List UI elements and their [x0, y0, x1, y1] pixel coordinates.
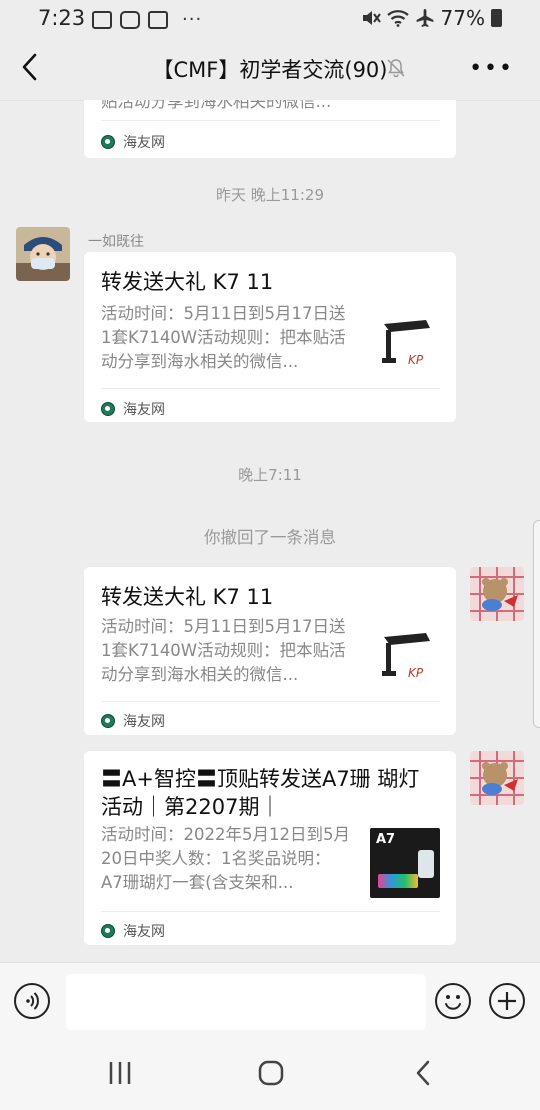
- message-input-bar: [0, 962, 540, 1039]
- timestamp: 昨天 晚上11:29: [216, 186, 324, 204]
- card-desc: 贴活动分享到海水相关的微信...: [101, 100, 332, 111]
- chat-message-list[interactable]: 贴活动分享到海水相关的微信... 海友网 昨天 晚上11:29 一如既往 转发送…: [0, 100, 540, 962]
- avatar-child-icon: [16, 227, 70, 281]
- svg-text:KP: KP: [408, 353, 424, 367]
- battery-icon: [491, 9, 502, 27]
- source-logo-icon: [101, 924, 115, 938]
- card-source: 海友网: [101, 132, 165, 152]
- status-time: 7:23: [38, 6, 86, 30]
- card-source-label: 海友网: [123, 924, 165, 940]
- card-desc: 活动时间：5月11日到5月17日送1套K7140W活动规则：把本贴活动分享到海水…: [101, 304, 346, 371]
- svg-text:KP: KP: [408, 666, 424, 680]
- card-thumbnail: KP: [376, 623, 438, 685]
- gallery-icon: [92, 10, 112, 29]
- card-divider: [101, 388, 440, 389]
- timestamp: 晚上7:11: [238, 466, 302, 484]
- card-source: 海友网: [101, 399, 165, 419]
- card-divider: [101, 120, 440, 121]
- link-card[interactable]: 转发送大礼 K7 11 活动时间：5月11日到5月17日送1套K7140W活动规…: [84, 567, 456, 735]
- plus-icon[interactable]: [489, 983, 525, 1019]
- source-logo-icon: [101, 402, 115, 416]
- back-nav-icon[interactable]: [413, 1059, 433, 1087]
- card-title: 转发送大礼 K7 11: [101, 585, 274, 609]
- avatar-bear-icon: [470, 567, 524, 621]
- recall-notice: 你撤回了一条消息: [204, 528, 336, 547]
- chat-header: 【CMF】初学者交流(90) •••: [0, 36, 540, 101]
- card-source: 海友网: [101, 711, 165, 731]
- my-avatar[interactable]: [470, 567, 524, 621]
- notification-icons: ···: [92, 9, 202, 30]
- airplane-icon: [416, 9, 433, 27]
- card-source-label: 海友网: [123, 402, 165, 418]
- avatar[interactable]: [16, 227, 70, 281]
- card-source-label: 海友网: [123, 135, 165, 151]
- message-input[interactable]: [66, 974, 426, 1030]
- card-divider: [101, 701, 440, 702]
- home-icon[interactable]: [257, 1059, 285, 1087]
- more-options-icon[interactable]: •••: [469, 56, 514, 81]
- status-bar: 7:23 ··· 77%: [0, 0, 540, 36]
- thumbnail-label: A7: [376, 832, 396, 847]
- system-nav-bar: [0, 1038, 540, 1110]
- card-thumbnail: KP: [376, 310, 438, 372]
- card-source: 海友网: [101, 921, 165, 941]
- source-logo-icon: [101, 135, 115, 149]
- my-avatar[interactable]: [470, 751, 524, 805]
- card-divider: [101, 911, 440, 912]
- card-source-label: 海友网: [123, 714, 165, 730]
- card-thumbnail: A7: [370, 828, 440, 898]
- link-card[interactable]: 转发送大礼 K7 11 活动时间：5月11日到5月17日送1套K7140W活动规…: [84, 252, 456, 422]
- battery-percent: 77%: [440, 6, 485, 30]
- status-right: 77%: [361, 6, 502, 30]
- link-card[interactable]: 〓A+智控〓顶贴转发送A7珊 瑚灯活动｜第2207期｜ 活动时间：2022年5月…: [84, 751, 456, 945]
- card-desc: 活动时间：5月11日到5月17日送1套K7140W活动规则：把本贴活动分享到海水…: [101, 617, 346, 684]
- avatar-bear-icon: [470, 751, 524, 805]
- mute-bell-icon: [387, 59, 405, 78]
- card-title: 转发送大礼 K7 11: [101, 270, 274, 294]
- link-card-partial[interactable]: 贴活动分享到海水相关的微信... 海友网: [84, 100, 456, 158]
- card-title: 〓A+智控〓顶贴转发送A7珊 瑚灯活动｜第2207期｜: [101, 767, 420, 819]
- d-app-icon: [148, 10, 168, 29]
- wifi-icon: [386, 10, 409, 27]
- recent-apps-icon[interactable]: [106, 1060, 134, 1086]
- emoji-icon[interactable]: [435, 983, 471, 1019]
- more-notifications-icon: ···: [182, 9, 203, 30]
- scroll-handle[interactable]: [533, 520, 540, 728]
- app-notification-icon: [120, 10, 140, 29]
- voice-input-icon[interactable]: [14, 983, 50, 1019]
- chat-title: 【CMF】初学者交流(90): [152, 58, 388, 82]
- source-logo-icon: [101, 714, 115, 728]
- sender-name: 一如既往: [88, 234, 144, 250]
- mute-vibrate-icon: [362, 11, 381, 25]
- card-desc: 活动时间：2022年5月12日到5月20日中奖人数：1名奖品说明：A7珊瑚灯一套…: [101, 825, 350, 892]
